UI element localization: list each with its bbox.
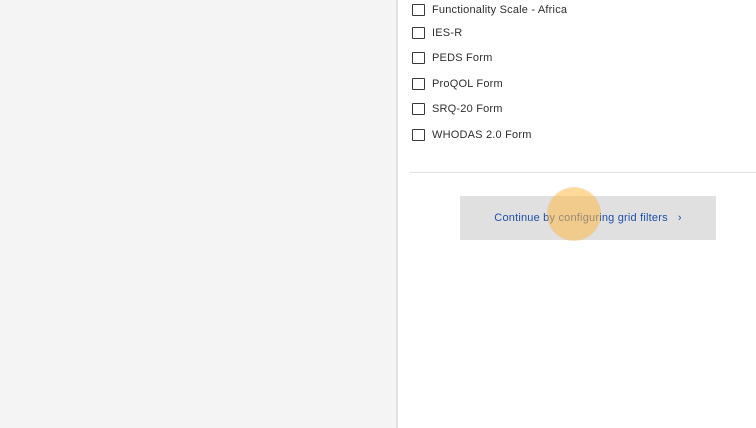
form-option-label: IES-R (432, 26, 463, 39)
form-option-proqol-form[interactable]: ProQOL Form (412, 71, 567, 97)
form-option-whodas-form[interactable]: WHODAS 2.0 Form (412, 122, 567, 148)
continue-configure-grid-filters-button[interactable]: Continue by configuring grid filters › (460, 196, 716, 240)
form-option-label: ProQOL Form (432, 77, 503, 90)
checkbox[interactable] (412, 128, 425, 141)
form-checkbox-list: Functionality Scale - Africa IES-R PEDS … (412, 0, 567, 148)
form-option-label: PEDS Form (432, 52, 493, 65)
section-divider (410, 172, 756, 173)
page: Functionality Scale - Africa IES-R PEDS … (0, 0, 756, 428)
checkbox[interactable] (412, 26, 425, 39)
left-panel (0, 0, 396, 428)
form-option-peds-form[interactable]: PEDS Form (412, 46, 567, 72)
chevron-right-icon: › (677, 212, 682, 224)
form-option-srq-20-form[interactable]: SRQ-20 Form (412, 97, 567, 123)
checkbox[interactable] (412, 77, 425, 90)
form-option-label: SRQ-20 Form (432, 103, 503, 116)
form-option-label: WHODAS 2.0 Form (432, 128, 532, 141)
form-option-label: Functionality Scale - Africa (432, 4, 568, 16)
checkbox[interactable] (412, 4, 425, 16)
continue-button-label: Continue by configuring grid filters (494, 212, 668, 224)
checkbox[interactable] (412, 52, 425, 65)
form-option-functionality-scale-africa[interactable]: Functionality Scale - Africa (412, 0, 567, 20)
form-selection-panel: Functionality Scale - Africa IES-R PEDS … (398, 0, 756, 428)
form-option-ies-r[interactable]: IES-R (412, 20, 567, 46)
checkbox[interactable] (412, 103, 425, 116)
